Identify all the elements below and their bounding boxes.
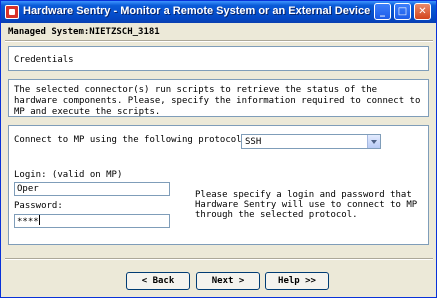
window-title: Hardware Sentry - Monitor a Remote Syste… (23, 5, 371, 17)
protocol-select[interactable]: SSH (241, 134, 381, 149)
minimize-button[interactable]: _ (374, 3, 391, 20)
credentials-heading: Credentials (14, 55, 74, 65)
protocol-label: Connect to MP using the following protoc… (14, 135, 247, 145)
maximize-button[interactable]: □ (394, 3, 411, 20)
help-text: Please specify a login and password that… (195, 190, 418, 220)
login-input-value: Oper (17, 184, 39, 194)
divider (5, 258, 433, 260)
help-button[interactable]: Help >> (265, 272, 329, 290)
title-bar[interactable]: Hardware Sentry - Monitor a Remote Syste… (1, 1, 436, 23)
credentials-form-panel: Connect to MP using the following protoc… (8, 125, 429, 245)
info-text: The selected connector(s) run scripts to… (14, 85, 421, 117)
password-input-value: **** (17, 217, 39, 227)
credentials-header-panel: Credentials (8, 46, 429, 71)
managed-system-label: Managed System:NIETZSCH_3181 (8, 27, 160, 37)
next-button[interactable]: Next > (196, 272, 260, 290)
protocol-select-value: SSH (245, 137, 262, 147)
info-panel: The selected connector(s) run scripts to… (8, 79, 429, 117)
close-button[interactable]: ✕ (414, 3, 431, 20)
chevron-down-icon[interactable] (367, 135, 380, 148)
app-icon (5, 5, 19, 19)
back-button[interactable]: < Back (126, 272, 190, 290)
text-caret (38, 215, 40, 225)
login-input[interactable]: Oper (14, 182, 170, 196)
wizard-window: Hardware Sentry - Monitor a Remote Syste… (0, 0, 437, 298)
password-label: Password: (14, 201, 63, 211)
password-input[interactable]: **** (14, 214, 170, 228)
divider (5, 40, 433, 42)
login-label: Login: (valid on MP) (14, 170, 123, 180)
